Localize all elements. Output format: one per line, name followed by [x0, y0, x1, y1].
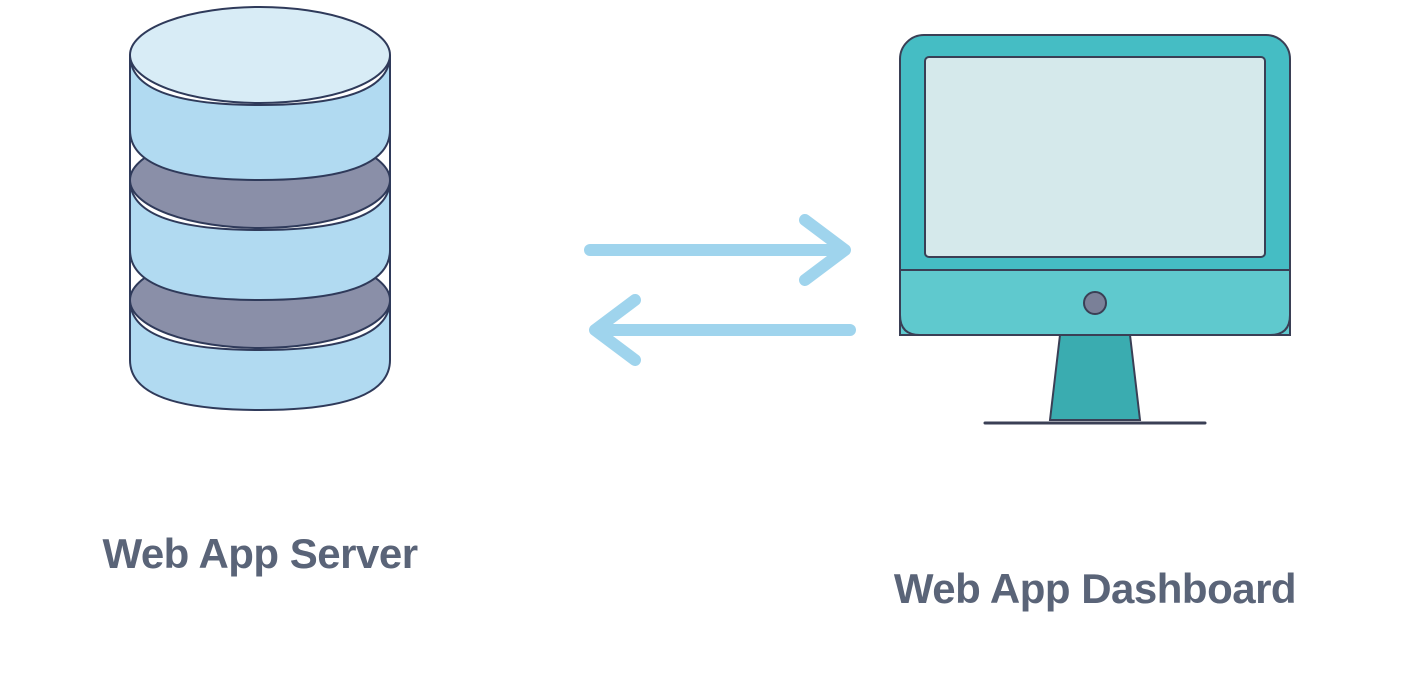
server-node: Web App Server: [60, 0, 460, 578]
architecture-diagram: Web App Server: [0, 0, 1423, 676]
monitor-icon: [890, 25, 1300, 445]
dashboard-label: Web App Dashboard: [894, 565, 1296, 613]
database-icon: [100, 0, 420, 470]
dashboard-node: Web App Dashboard: [870, 25, 1320, 613]
bidirectional-arrows-icon: [580, 205, 860, 375]
server-label: Web App Server: [102, 530, 417, 578]
